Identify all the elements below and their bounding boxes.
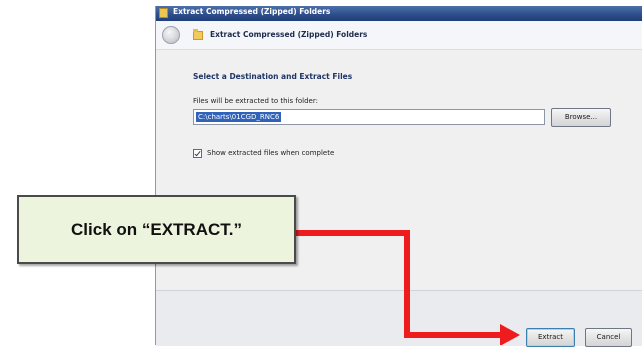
nav-bar: Extract Compressed (Zipped) Folders — [156, 21, 642, 50]
callout-text: Click on “EXTRACT.” — [71, 220, 242, 239]
title-bar: Extract Compressed (Zipped) Folders — [156, 6, 642, 21]
section-heading: Select a Destination and Extract Files — [193, 72, 353, 81]
extract-button[interactable]: Extract — [526, 328, 575, 347]
extract-dialog: Extract Compressed (Zipped) Folders Extr… — [155, 6, 642, 347]
destination-value[interactable]: C:\charts\01CGD_RNC6 — [196, 112, 282, 122]
destination-input[interactable]: C:\charts\01CGD_RNC6 — [193, 109, 545, 125]
destination-label: Files will be extracted to this folder: — [193, 97, 318, 105]
cancel-button[interactable]: Cancel — [585, 328, 632, 347]
show-files-checkbox[interactable] — [193, 149, 202, 158]
back-arrow-icon[interactable] — [162, 26, 180, 44]
zip-folder-icon — [193, 29, 203, 40]
browse-button[interactable]: Browse... — [551, 108, 611, 127]
instruction-callout: Click on “EXTRACT.” — [17, 195, 296, 264]
show-files-label[interactable]: Show extracted files when complete — [207, 149, 334, 157]
dialog-footer: Extract Cancel — [156, 290, 642, 347]
zip-folder-icon — [159, 8, 168, 18]
window-title: Extract Compressed (Zipped) Folders — [173, 7, 331, 16]
nav-title: Extract Compressed (Zipped) Folders — [210, 30, 368, 39]
